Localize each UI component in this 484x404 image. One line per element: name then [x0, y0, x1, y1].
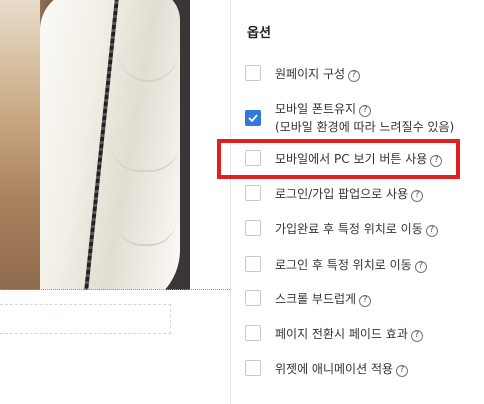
options-title: 옵션: [247, 26, 271, 41]
jacket-photo: [0, 0, 190, 290]
checkbox[interactable]: [245, 65, 261, 81]
jacket-fold: [110, 140, 180, 172]
checkbox[interactable]: [245, 220, 261, 236]
checkbox[interactable]: [245, 290, 261, 306]
checkbox[interactable]: [245, 256, 261, 272]
option-label: 모바일 폰트유지: [275, 102, 357, 116]
page-preview: [0, 0, 230, 404]
help-icon[interactable]: ?: [396, 364, 409, 377]
option-label: 로그인/가입 팝업으로 사용: [275, 187, 409, 201]
help-icon[interactable]: ?: [411, 189, 424, 202]
options-panel: 옵션 원페이지 구성? 모바일 폰트유지? (모바일 환경에 따라 느려질수 있…: [230, 0, 484, 404]
photo-background: [0, 0, 40, 290]
jacket-shape: [40, 0, 180, 290]
option-label: 로그인 후 특정 위치로 이동: [275, 258, 412, 272]
option-label: 위젯에 애니메이션 적용: [275, 362, 394, 376]
checkbox[interactable]: [245, 185, 261, 201]
option-label: 가입완료 후 특정 위치로 이동: [275, 222, 423, 236]
option-label: 스크롤 부드럽게: [275, 292, 357, 306]
option-after-login-move[interactable]: 로그인 후 특정 위치로 이동?: [245, 256, 427, 274]
option-mobile-font[interactable]: 모바일 폰트유지? (모바일 환경에 따라 느려질수 있음): [245, 100, 454, 136]
help-icon[interactable]: ?: [348, 69, 361, 82]
option-after-signup-move[interactable]: 가입완료 후 특정 위치로 이동?: [245, 220, 438, 238]
option-label: 페이지 전환시 페이드 효과: [275, 327, 408, 341]
option-label: 원페이지 구성: [275, 67, 346, 81]
highlight-box: [217, 139, 460, 179]
jacket-fold: [118, 50, 178, 82]
section-divider: [0, 289, 230, 290]
help-icon[interactable]: ?: [359, 294, 372, 307]
jacket-fold: [116, 220, 176, 246]
help-icon[interactable]: ?: [359, 104, 372, 117]
help-icon[interactable]: ?: [414, 260, 427, 273]
option-onepage[interactable]: 원페이지 구성?: [245, 65, 361, 83]
checkbox[interactable]: [245, 360, 261, 376]
option-widget-animation[interactable]: 위젯에 애니메이션 적용?: [245, 360, 409, 378]
check-icon: [248, 114, 258, 122]
checkbox[interactable]: [245, 325, 261, 341]
checkbox-checked[interactable]: [245, 110, 261, 126]
help-icon[interactable]: ?: [425, 224, 438, 237]
empty-section-placeholder[interactable]: [0, 304, 171, 334]
option-login-popup[interactable]: 로그인/가입 팝업으로 사용?: [245, 185, 424, 203]
option-smooth-scroll[interactable]: 스크롤 부드럽게?: [245, 290, 372, 308]
option-sublabel: (모바일 환경에 따라 느려질수 있음): [275, 120, 455, 134]
help-icon[interactable]: ?: [410, 329, 423, 342]
option-page-fade[interactable]: 페이지 전환시 페이드 효과?: [245, 325, 423, 343]
